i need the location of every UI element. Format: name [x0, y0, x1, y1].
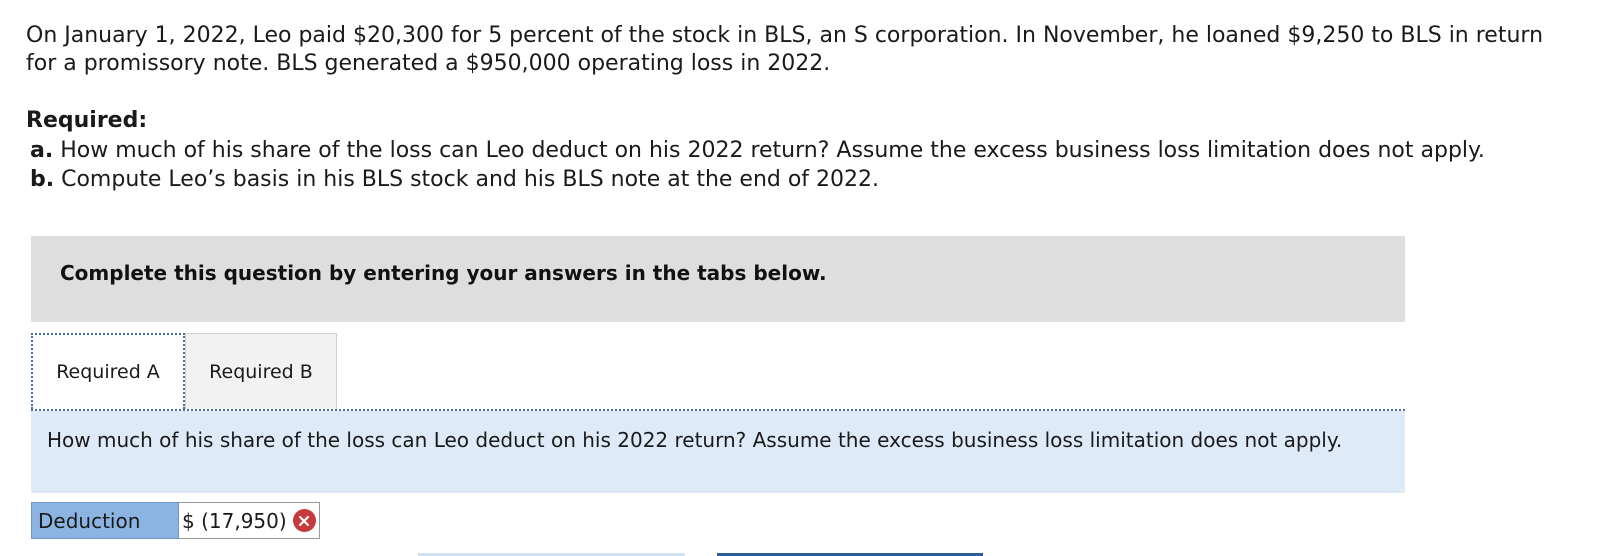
required-item-text: Compute Leo’s basis in his BLS stock and… — [61, 167, 880, 192]
required-item-text: How much of his share of the loss can Le… — [60, 138, 1485, 163]
tab-required-a[interactable]: Required A — [31, 333, 185, 409]
answer-value: $ (17,950) — [182, 508, 287, 533]
tab-label: Required B — [209, 360, 313, 383]
required-item-b: b. Compute Leo’s basis in his BLS stock … — [30, 165, 1485, 194]
answer-row: Deduction $ (17,950) — [31, 502, 320, 539]
required-list: a. How much of his share of the loss can… — [30, 136, 1485, 194]
instruction-text: Complete this question by entering your … — [60, 261, 827, 285]
deduction-input[interactable]: $ (17,950) — [179, 502, 320, 539]
question-panel: How much of his share of the loss can Le… — [31, 411, 1405, 493]
x-circle-icon — [292, 509, 316, 532]
required-item-a: a. How much of his share of the loss can… — [30, 136, 1485, 165]
required-item-letter: a. — [30, 138, 54, 163]
tab-label: Required A — [56, 361, 160, 383]
question-text: How much of his share of the loss can Le… — [47, 428, 1343, 452]
required-title: Required: — [26, 108, 148, 133]
tab-required-b[interactable]: Required B — [185, 333, 337, 409]
instruction-banner: Complete this question by entering your … — [31, 236, 1405, 322]
problem-intro: On January 1, 2022, Leo paid $20,300 for… — [26, 23, 1544, 76]
homework-page: On January 1, 2022, Leo paid $20,300 for… — [0, 0, 1602, 556]
required-item-letter: b. — [30, 167, 55, 192]
answer-label: Deduction — [31, 502, 179, 539]
